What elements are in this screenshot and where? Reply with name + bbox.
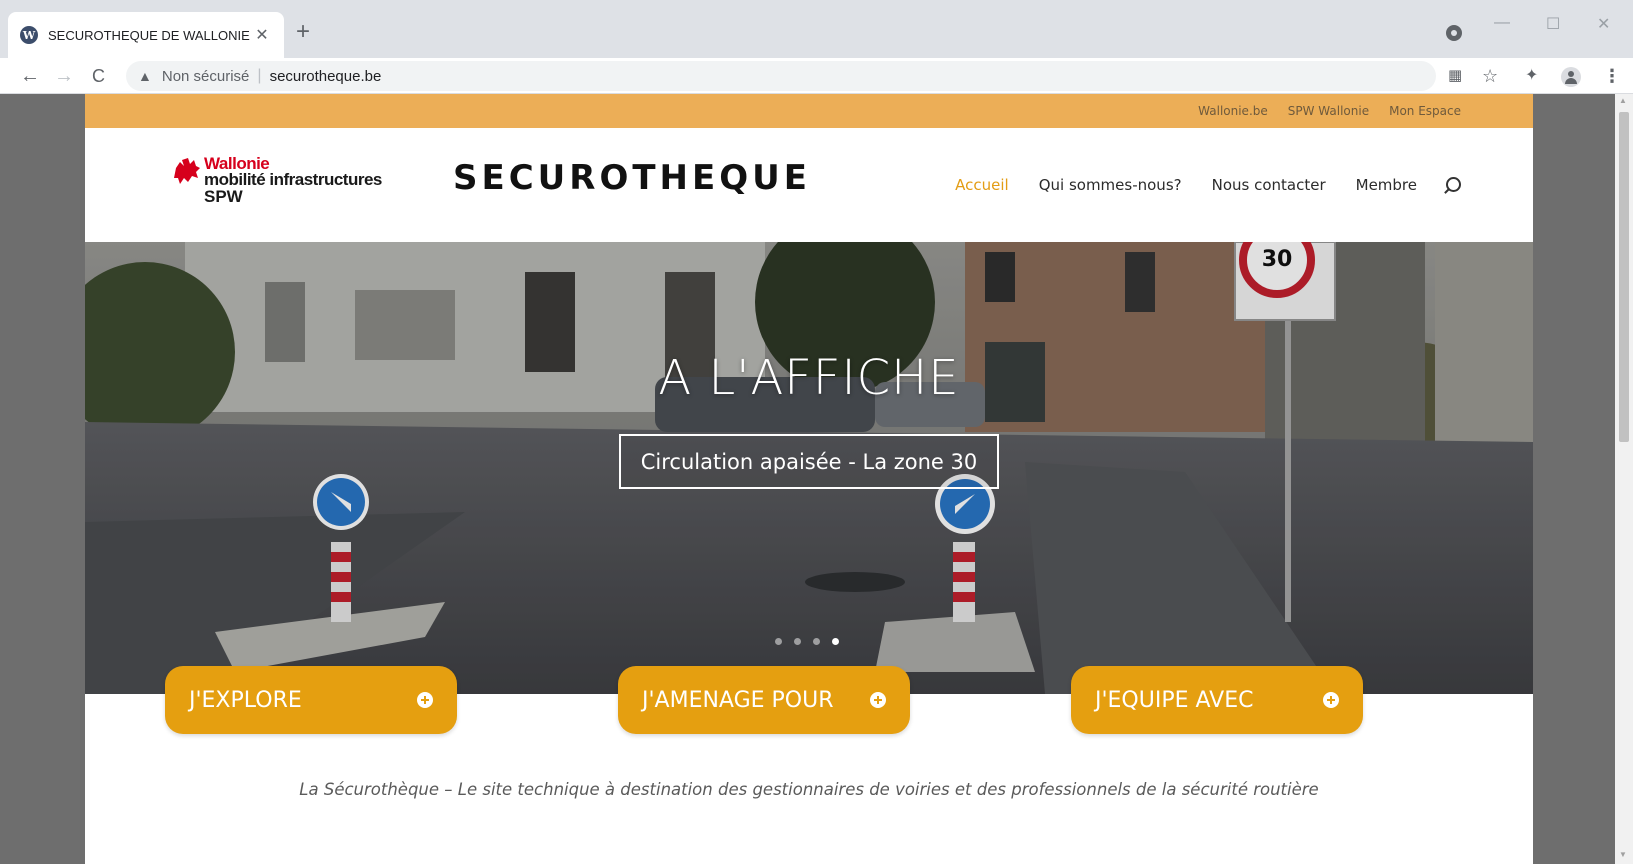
site-tagline: La Sécurothèque – Le site technique à de… (299, 780, 1319, 799)
link-wallonie[interactable]: Wallonie.be (1198, 104, 1268, 118)
close-window-button[interactable]: ✕ (1597, 14, 1610, 34)
address-separator: | (257, 67, 262, 84)
slider-dot-1[interactable] (775, 638, 782, 645)
scroll-up-arrow-icon[interactable]: ▲ (1619, 96, 1627, 105)
plus-circle-icon (417, 692, 433, 708)
site-header: Wallonie mobilité infrastructures SPW SE… (85, 128, 1533, 242)
page-viewport: Wallonie.be SPW Wallonie Mon Espace Wall… (0, 94, 1615, 864)
page-scrollbar[interactable]: ▲ ▼ (1615, 94, 1633, 864)
menu-item-nous-contacter[interactable]: Nous contacter (1212, 176, 1326, 194)
scroll-down-arrow-icon[interactable]: ▼ (1619, 850, 1627, 859)
top-link-bar: Wallonie.be SPW Wallonie Mon Espace (85, 94, 1533, 128)
website-page: Wallonie.be SPW Wallonie Mon Espace Wall… (85, 94, 1533, 864)
rooster-icon (174, 158, 200, 184)
reload-button[interactable]: C (92, 64, 105, 88)
menu-item-accueil[interactable]: Accueil (955, 176, 1009, 194)
explore-label: J'EXPLORE (189, 687, 302, 713)
wallonie-logo[interactable]: Wallonie mobilité infrastructures SPW (170, 154, 410, 214)
extensions-icon[interactable]: ✦ (1525, 66, 1538, 86)
main-menu: Accueil Qui sommes-nous? Nous contacter … (925, 176, 1461, 194)
tab-close-icon[interactable]: ✕ (252, 25, 272, 45)
address-bar[interactable]: ▲ Non sécurisé | securotheque.be (126, 61, 1436, 91)
hero-slider: 30 A L'AFFICHE Circulation apaisée - La … (85, 242, 1533, 694)
chrome-account-icon[interactable] (1446, 25, 1462, 41)
plus-circle-icon (1323, 692, 1339, 708)
plus-circle-icon (870, 692, 886, 708)
link-spw-wallonie[interactable]: SPW Wallonie (1288, 104, 1369, 118)
logo-line-spw: SPW (204, 187, 243, 206)
forward-button[interactable]: → (54, 64, 74, 88)
menu-icon[interactable]: ⋮ (1603, 66, 1621, 86)
new-tab-button[interactable]: + (296, 20, 310, 44)
menu-item-qui-sommes-nous[interactable]: Qui sommes-nous? (1039, 176, 1182, 194)
browser-toolbar: ← → C ▲ Non sécurisé | securotheque.be ▦… (0, 58, 1633, 94)
scrollbar-thumb[interactable] (1619, 112, 1629, 442)
menu-item-membre[interactable]: Membre (1356, 176, 1417, 194)
url-text[interactable]: securotheque.be (270, 68, 382, 85)
wordpress-favicon-icon: W (20, 26, 38, 44)
minimize-button[interactable]: — (1494, 14, 1510, 32)
hero-heading: A L'AFFICHE (658, 350, 960, 406)
link-mon-espace[interactable]: Mon Espace (1389, 104, 1461, 118)
slider-dot-4[interactable] (832, 638, 839, 645)
browser-tab[interactable]: W SECUROTHEQUE DE WALLONIE ✕ (8, 12, 284, 58)
search-icon[interactable] (1443, 176, 1461, 194)
slider-dot-3[interactable] (813, 638, 820, 645)
amenage-button[interactable]: J'AMENAGE POUR (618, 666, 910, 734)
back-button[interactable]: ← (20, 64, 40, 88)
star-icon[interactable]: ☆ (1482, 66, 1498, 86)
profile-icon[interactable] (1561, 67, 1581, 87)
slider-dots (775, 638, 851, 645)
security-label[interactable]: Non sécurisé (162, 68, 250, 85)
site-brand[interactable]: SECUROTHEQUE (453, 158, 811, 198)
browser-tab-bar: W SECUROTHEQUE DE WALLONIE ✕ + — ☐ ✕ (0, 0, 1633, 58)
maximize-button[interactable]: ☐ (1546, 14, 1560, 34)
equipe-label: J'EQUIPE AVEC (1095, 687, 1254, 713)
explore-button[interactable]: J'EXPLORE (165, 666, 457, 734)
hero-cta-button[interactable]: Circulation apaisée - La zone 30 (619, 434, 999, 489)
equipe-button[interactable]: J'EQUIPE AVEC (1071, 666, 1363, 734)
tab-title: SECUROTHEQUE DE WALLONIE (48, 27, 250, 43)
slider-dot-2[interactable] (794, 638, 801, 645)
amenage-label: J'AMENAGE POUR (642, 687, 834, 713)
qr-code-icon[interactable]: ▦ (1448, 66, 1462, 86)
warning-icon[interactable]: ▲ (138, 68, 152, 84)
